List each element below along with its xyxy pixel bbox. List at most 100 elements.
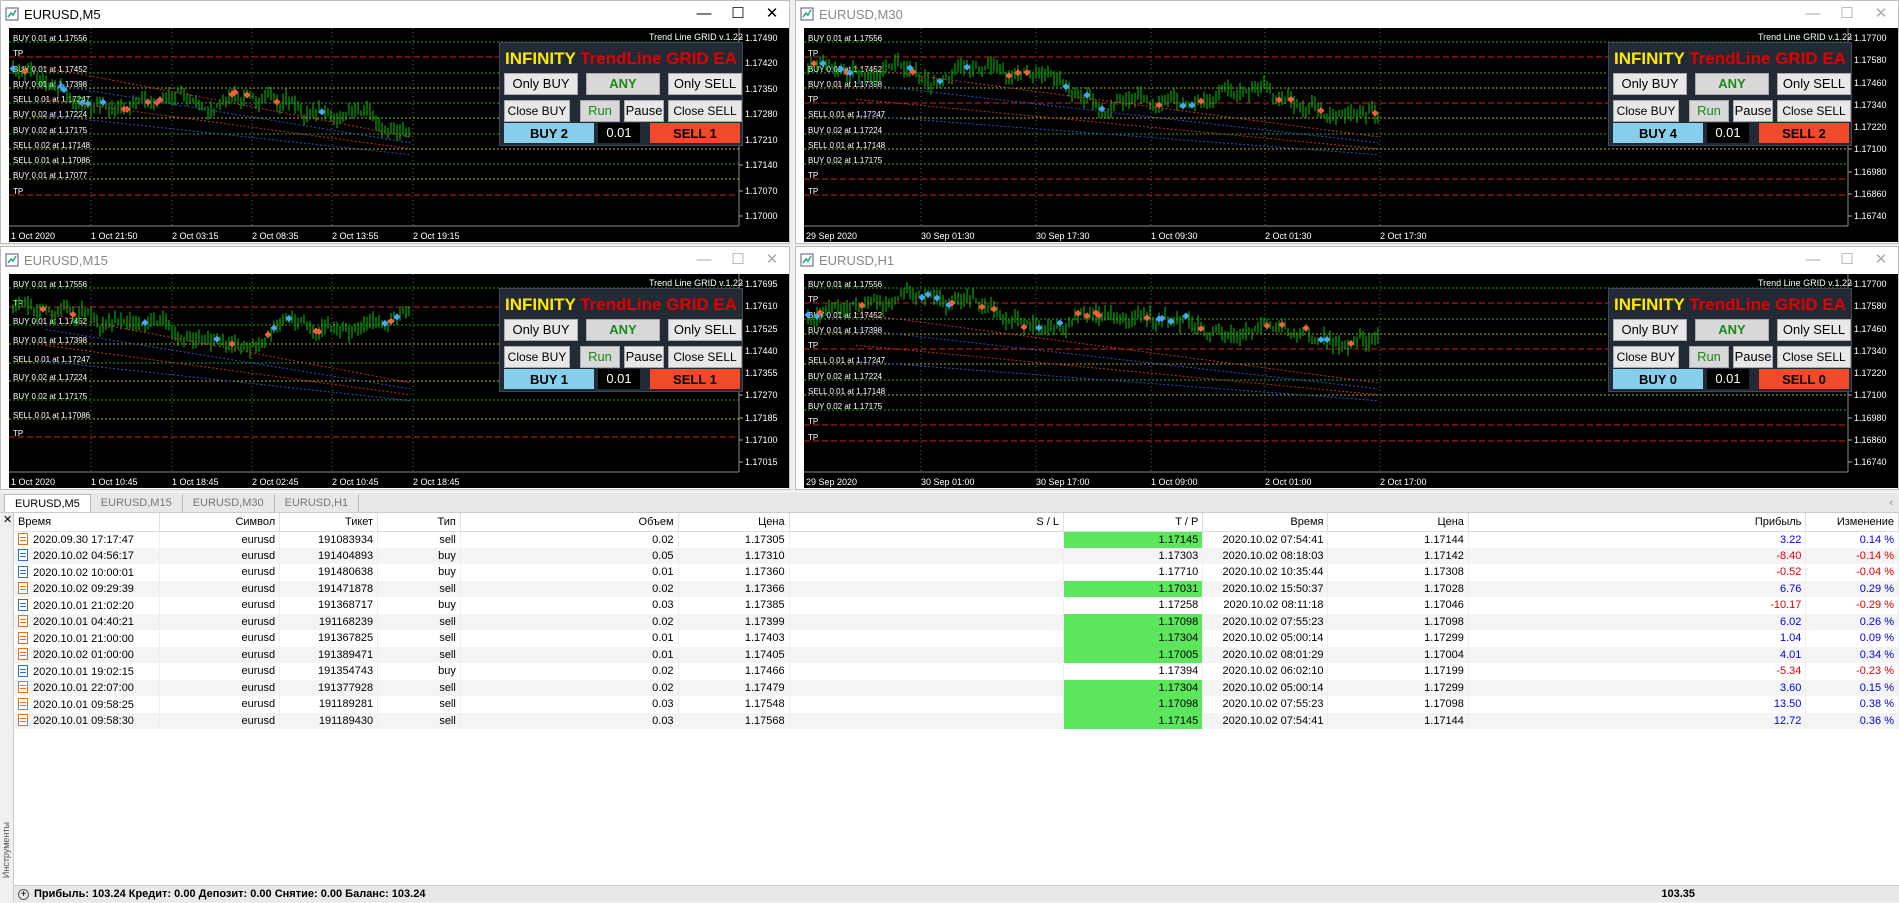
table-row[interactable]: 2020.10.02 01:00:00 eurusd 191389471 sell 0.… — [14, 646, 1899, 663]
maximize-icon[interactable]: ☐ — [1830, 1, 1864, 27]
chart-window-0[interactable]: EURUSD,M5 — ☐ ✕ 1.17490 1.17420 1.17350 1.1728… — [0, 0, 790, 244]
only-sell-button[interactable]: Only SELL — [1777, 73, 1851, 95]
minimize-icon[interactable]: — — [687, 1, 721, 27]
close-sell-button[interactable]: Close SELL — [668, 100, 742, 122]
tab-eurusd-h1[interactable]: EURUSD,H1 — [275, 493, 360, 512]
close-icon[interactable]: ✕ — [755, 247, 789, 273]
window-titlebar[interactable]: EURUSD,M30 — ☐ ✕ — [796, 1, 1898, 27]
close-buy-button[interactable]: Close BUY — [1613, 100, 1679, 122]
price-chart[interactable]: 1.17695 1.17610 1.17525 1.17440 1.17355 1.172… — [9, 274, 789, 488]
tab-scroll-icon[interactable]: ‹ — [1889, 497, 1893, 509]
table-row[interactable]: 2020.10.01 09:58:25 eurusd 191189281 sell 0.… — [14, 696, 1899, 713]
minimize-icon[interactable]: — — [1796, 1, 1830, 27]
buy-button[interactable]: BUY 4 — [1613, 123, 1703, 143]
column-header[interactable]: Объем — [460, 513, 679, 532]
column-header[interactable]: Время — [1202, 513, 1329, 532]
lot-size-field[interactable]: 0.01 — [1707, 369, 1749, 389]
buy-button[interactable]: BUY 1 — [504, 369, 594, 389]
price-chart[interactable]: 1.17490 1.17420 1.17350 1.17280 1.17210 1.171… — [9, 28, 789, 242]
only-buy-button[interactable]: Only BUY — [504, 319, 578, 341]
column-header[interactable]: Символ — [159, 513, 281, 532]
window-titlebar[interactable]: EURUSD,M5 — ☐ ✕ — [1, 1, 789, 27]
close-sell-button[interactable]: Close SELL — [668, 346, 742, 368]
chart-window-2[interactable]: EURUSD,M15 — ☐ ✕ 1.17695 1.17610 1.17525 1.174… — [0, 246, 790, 490]
only-buy-button[interactable]: Only BUY — [504, 73, 578, 95]
only-sell-button[interactable]: Only SELL — [668, 73, 742, 95]
column-header[interactable]: Цена — [678, 513, 790, 532]
column-header[interactable]: Тикет — [279, 513, 379, 532]
price-tick: 1.17580 — [1854, 301, 1887, 311]
close-icon[interactable]: ✕ — [1864, 1, 1898, 27]
price-chart[interactable]: 1.17700 1.17580 1.17460 1.17340 1.17220 1.171… — [804, 274, 1898, 488]
pause-button[interactable]: Pause — [1733, 100, 1773, 122]
run-button[interactable]: Run — [580, 346, 620, 368]
table-row[interactable]: 2020.10.02 09:29:39 eurusd 191471878 sell 0.… — [14, 580, 1899, 597]
chart-window-3[interactable]: EURUSD,H1 — ☐ ✕ 1.17700 1.17580 1.17460 1.1734… — [795, 246, 1899, 490]
minimize-icon[interactable]: — — [1796, 247, 1830, 273]
tab-eurusd-m5[interactable]: EURUSD,M5 — [4, 493, 91, 512]
any-button[interactable]: ANY — [1695, 319, 1769, 341]
only-sell-button[interactable]: Only SELL — [1777, 319, 1851, 341]
column-header[interactable]: Изменение — [1805, 513, 1899, 532]
close-icon[interactable]: ✕ — [1864, 247, 1898, 273]
lot-size-field[interactable]: 0.01 — [1707, 123, 1749, 143]
buy-button[interactable]: BUY 0 — [1613, 369, 1703, 389]
table-row[interactable]: 2020.10.01 21:02:20 eurusd 191368717 buy 0.0… — [14, 597, 1899, 614]
column-header[interactable]: Цена — [1327, 513, 1469, 532]
close-sell-button[interactable]: Close SELL — [1777, 100, 1851, 122]
minimize-icon[interactable]: — — [687, 247, 721, 273]
close-sell-button[interactable]: Close SELL — [1777, 346, 1851, 368]
cell-time: 2020.10.01 04:40:21 — [14, 613, 161, 630]
run-button[interactable]: Run — [1689, 100, 1729, 122]
price-tick: 1.17220 — [1854, 122, 1887, 132]
sell-button[interactable]: SELL 0 — [1759, 369, 1849, 389]
run-button[interactable]: Run — [580, 100, 620, 122]
only-buy-button[interactable]: Only BUY — [1613, 73, 1687, 95]
close-icon[interactable]: ✕ — [755, 1, 789, 27]
close-icon[interactable]: ✕ — [3, 513, 12, 526]
buy-button[interactable]: BUY 2 — [504, 123, 594, 143]
tab-eurusd-m15[interactable]: EURUSD,M15 — [91, 493, 183, 512]
table-row[interactable]: 2020.10.02 10:00:01 eurusd 191480638 buy 0.0… — [14, 564, 1899, 581]
close-buy-button[interactable]: Close BUY — [1613, 346, 1679, 368]
window-titlebar[interactable]: EURUSD,M15 — ☐ ✕ — [1, 247, 789, 273]
table-row[interactable]: 2020.10.01 19:02:15 eurusd 191354743 buy 0.0… — [14, 663, 1899, 680]
cell-ctime: 2020.10.02 15:50:37 — [1202, 580, 1329, 597]
close-buy-button[interactable]: Close BUY — [504, 100, 570, 122]
window-titlebar[interactable]: EURUSD,H1 — ☐ ✕ — [796, 247, 1898, 273]
table-row[interactable]: 2020.10.02 04:56:17 eurusd 191404893 buy 0.0… — [14, 547, 1899, 564]
chart-window-1[interactable]: EURUSD,M30 — ☐ ✕ 1.17700 1.17580 1.17460 1.173… — [795, 0, 1899, 244]
run-button[interactable]: Run — [1689, 346, 1729, 368]
maximize-icon[interactable]: ☐ — [721, 247, 755, 273]
any-button[interactable]: ANY — [586, 319, 660, 341]
lot-size-field[interactable]: 0.01 — [598, 369, 640, 389]
pause-button[interactable]: Pause — [624, 100, 664, 122]
column-header[interactable]: S / L — [789, 513, 1064, 532]
pause-button[interactable]: Pause — [1733, 346, 1773, 368]
table-row[interactable]: 2020.09.30 17:17:47 eurusd 191083934 sell 0.… — [14, 531, 1899, 548]
sell-button[interactable]: SELL 1 — [650, 369, 740, 389]
lot-size-field[interactable]: 0.01 — [598, 123, 640, 143]
pause-button[interactable]: Pause — [624, 346, 664, 368]
table-row[interactable]: 2020.10.01 21:00:00 eurusd 191367825 sell 0.… — [14, 630, 1899, 647]
column-header[interactable]: Время — [14, 513, 161, 532]
any-button[interactable]: ANY — [586, 73, 660, 95]
table-row[interactable]: 2020.10.01 04:40:21 eurusd 191168239 sell 0.… — [14, 613, 1899, 630]
any-button[interactable]: ANY — [1695, 73, 1769, 95]
cell-time: 2020.10.02 10:00:01 — [14, 564, 161, 581]
sell-button[interactable]: SELL 1 — [650, 123, 740, 143]
tab-eurusd-m30[interactable]: EURUSD,M30 — [183, 493, 275, 512]
column-header[interactable]: T / P — [1063, 513, 1204, 532]
sell-button[interactable]: SELL 2 — [1759, 123, 1849, 143]
only-sell-button[interactable]: Only SELL — [668, 319, 742, 341]
close-buy-button[interactable]: Close BUY — [504, 346, 570, 368]
maximize-icon[interactable]: ☐ — [721, 1, 755, 27]
column-header[interactable]: Прибыль — [1468, 513, 1807, 532]
only-buy-button[interactable]: Only BUY — [1613, 319, 1687, 341]
table-row[interactable]: 2020.10.01 09:58:30 eurusd 191189430 sell 0.… — [14, 712, 1899, 729]
price-chart[interactable]: 1.17700 1.17580 1.17460 1.17340 1.17220 1.171… — [804, 28, 1898, 242]
expand-icon[interactable]: + — [18, 889, 29, 900]
column-header[interactable]: Тип — [377, 513, 461, 532]
table-row[interactable]: 2020.10.01 22:07:00 eurusd 191377928 sell 0.… — [14, 679, 1899, 696]
maximize-icon[interactable]: ☐ — [1830, 247, 1864, 273]
